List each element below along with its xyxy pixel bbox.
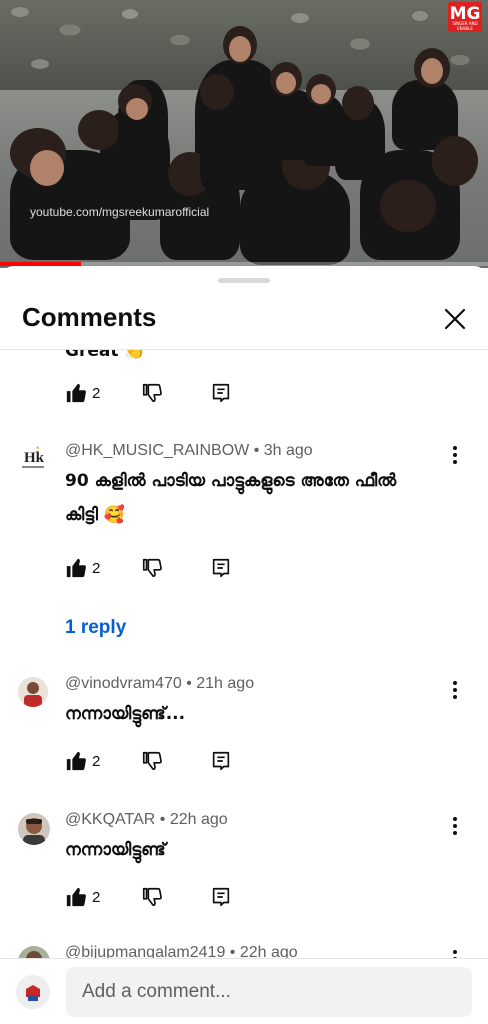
- comment-actions: 2: [65, 557, 265, 581]
- video-figure-head: [78, 110, 120, 150]
- video-watermark: youtube.com/mgsreekumarofficial: [30, 205, 210, 219]
- thumbs-down-icon: [142, 383, 162, 403]
- view-replies-link[interactable]: 1 reply: [65, 617, 126, 639]
- more-vert-icon: [453, 446, 457, 464]
- comment-meta: @KKQATAR • 22h ago: [65, 811, 228, 829]
- comment-meta: @HK_MUSIC_RAINBOW • 3h ago: [65, 442, 313, 460]
- comment-author[interactable]: @KKQATAR: [65, 811, 155, 828]
- reply-button[interactable]: [210, 382, 232, 404]
- like-button[interactable]: [65, 557, 87, 579]
- like-button[interactable]: [65, 750, 87, 772]
- video-player[interactable]: MG SINGER AND ENABLE youtube.com/mgsreek…: [0, 0, 488, 268]
- meta-separator: •: [159, 811, 170, 828]
- thumbs-up-icon: [66, 751, 86, 771]
- comment-avatar[interactable]: [18, 677, 48, 707]
- comment-text: Great 👏: [65, 350, 146, 361]
- person-avatar-icon: [18, 946, 50, 958]
- dislike-button[interactable]: [141, 886, 163, 908]
- like-count: 2: [92, 560, 101, 577]
- comment-menu-button[interactable]: [445, 444, 465, 466]
- like-count: 2: [92, 753, 101, 770]
- reply-comment-icon: [212, 887, 230, 907]
- thumbs-up-icon: [66, 887, 86, 907]
- dislike-button[interactable]: [141, 382, 163, 404]
- video-figure-face: [30, 150, 64, 186]
- comment-avatar[interactable]: Hk: [18, 444, 48, 474]
- drag-handle[interactable]: [218, 278, 270, 283]
- comment-menu-button[interactable]: [445, 948, 465, 958]
- video-figure-head: [380, 180, 436, 232]
- channel-logo-subtext: SINGER AND ENABLE: [452, 21, 478, 31]
- comments-list[interactable]: Great 👏 2 Hk @HK_MUSIC_RAINBOW • 3h ago …: [0, 350, 488, 958]
- close-icon: [444, 308, 466, 330]
- meta-separator: •: [229, 944, 240, 958]
- comment-text: നന്നായിട്ടുണ്ട്: [65, 840, 166, 860]
- comment-author[interactable]: @bijupmangalam2419: [65, 944, 225, 958]
- reply-comment-icon: [212, 751, 230, 771]
- reply-button[interactable]: [210, 750, 232, 772]
- reply-button[interactable]: [210, 557, 232, 579]
- comment-author[interactable]: @HK_MUSIC_RAINBOW: [65, 442, 249, 459]
- thumbs-up-icon: [66, 383, 86, 403]
- more-vert-icon: [453, 817, 457, 835]
- video-figure-face: [229, 36, 251, 62]
- comment-time: 3h ago: [263, 442, 313, 459]
- video-figure-head: [432, 136, 478, 186]
- comment-text: നന്നായിട്ടുണ്ട്...: [65, 704, 186, 724]
- reply-comment-icon: [212, 558, 230, 578]
- like-count: 2: [92, 385, 101, 402]
- like-count: 2: [92, 889, 101, 906]
- comment-time: 21h ago: [196, 675, 255, 692]
- comment-text: 90 കളിൽ പാടിയ പാട്ടുകളുടെ അതേ ഫീൽ കിട്ടി…: [65, 471, 397, 525]
- user-avatar-icon: [16, 975, 50, 1009]
- user-avatar: [16, 975, 50, 1009]
- video-figure-head: [342, 86, 374, 120]
- meta-separator: •: [186, 675, 197, 692]
- more-vert-icon: [453, 681, 457, 699]
- thumbs-down-icon: [142, 751, 162, 771]
- comment-composer: [0, 958, 488, 1024]
- sheet-title: Comments: [22, 302, 157, 332]
- close-button[interactable]: [440, 304, 470, 334]
- reply-comment-icon: [212, 383, 230, 403]
- comment-avatar[interactable]: [18, 813, 50, 845]
- person-avatar-icon: [18, 677, 48, 707]
- meta-separator: •: [253, 442, 264, 459]
- thumbs-down-icon: [142, 558, 162, 578]
- comment-meta: @bijupmangalam2419 • 22h ago: [65, 944, 298, 958]
- video-figure-head: [200, 74, 234, 110]
- video-figure: [200, 100, 240, 190]
- comment-menu-button[interactable]: [445, 679, 465, 701]
- more-vert-icon: [453, 950, 457, 958]
- video-figure-face: [421, 58, 443, 84]
- thumbs-up-icon: [66, 558, 86, 578]
- hk-music-logo-icon: Hk: [22, 446, 45, 468]
- comment-time: 22h ago: [239, 944, 298, 958]
- comments-sheet: Comments Great 👏 2 Hk @HK_MUSIC_RAINBOW …: [0, 266, 488, 1024]
- comment-meta: @vinodvram470 • 21h ago: [65, 675, 254, 693]
- channel-logo-icon: MG SINGER AND ENABLE: [448, 2, 482, 32]
- video-figure-face: [126, 98, 148, 120]
- comment-actions: 2: [65, 750, 265, 774]
- comment-actions: 2: [65, 382, 265, 406]
- comment-time: 22h ago: [169, 811, 228, 828]
- like-button[interactable]: [65, 382, 87, 404]
- reply-button[interactable]: [210, 886, 232, 908]
- comment-author[interactable]: @vinodvram470: [65, 675, 182, 692]
- like-button[interactable]: [65, 886, 87, 908]
- video-figure-face: [276, 72, 296, 94]
- comment-actions: 2: [65, 886, 265, 910]
- add-comment-input[interactable]: [66, 967, 472, 1017]
- svg-text:Hk: Hk: [24, 450, 45, 466]
- person-avatar-icon: [18, 813, 50, 845]
- dislike-button[interactable]: [141, 750, 163, 772]
- dislike-button[interactable]: [141, 557, 163, 579]
- comment-avatar[interactable]: [18, 946, 50, 958]
- comment-menu-button[interactable]: [445, 815, 465, 837]
- thumbs-down-icon: [142, 887, 162, 907]
- video-figure-face: [311, 84, 331, 104]
